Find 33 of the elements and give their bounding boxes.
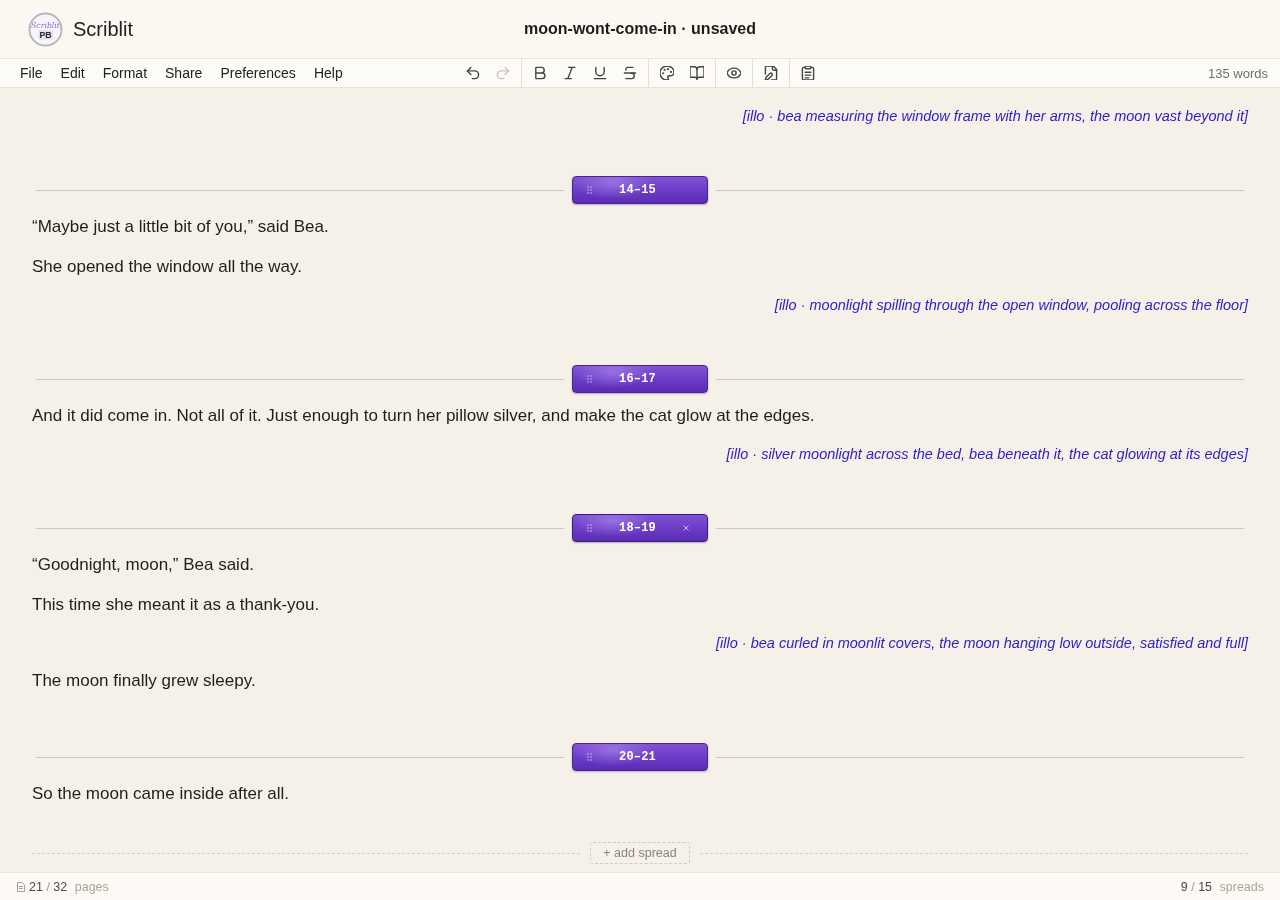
story-paragraph: “Goodnight, moon,” Bea said.: [32, 554, 256, 576]
menu-item[interactable]: Share: [165, 65, 203, 81]
menu-item[interactable]: Format: [102, 65, 148, 81]
grip-icon: [587, 753, 592, 761]
spread-marker[interactable]: 20–21: [572, 743, 708, 771]
story-paragraph: This time she meant it as a thank-you.: [32, 594, 321, 616]
page-count: 21 / 32 pages: [29, 879, 109, 894]
illustration-note: [illo · bea measuring the window frame with her arms, the moon vast beyond it]: [741, 107, 1248, 126]
menu-item[interactable]: Preferences: [220, 65, 296, 81]
close-icon[interactable]: [683, 525, 689, 531]
illustration-note: [illo · moonlight spilling through the open window, pooling across the floor]: [773, 296, 1248, 315]
spread-marker[interactable]: 16–17: [572, 365, 708, 393]
menu-item[interactable]: Edit: [60, 65, 85, 81]
story-paragraph: So the moon came inside after all.: [32, 783, 291, 805]
menu-item[interactable]: File: [20, 65, 43, 81]
story-paragraph: She opened the window all the way.: [32, 256, 303, 278]
illustration-note: [illo · silver moonlight across the bed, bea beneath it, the cat glowing at its edges]: [725, 445, 1248, 464]
word-count: 135 words: [1208, 65, 1268, 81]
grip-icon: [587, 524, 592, 532]
grip-icon: [587, 375, 592, 383]
spread-count: 9 / 15 spreads: [1180, 879, 1264, 894]
app-logo: Scriblit PB: [28, 11, 63, 47]
spread-marker[interactable]: 14–15: [572, 176, 708, 204]
story-paragraph: The moon finally grew sleepy.: [32, 670, 257, 692]
document-title: moon-wont-come-in · unsaved: [524, 20, 756, 38]
document-icon: [17, 881, 25, 892]
story-paragraph: “Maybe just a little bit of you,” said Bea.: [32, 216, 330, 238]
illustration-note: [illo · bea curled in moonlit covers, the moon hanging low outside, satisfied and full]: [714, 634, 1248, 653]
grip-icon: [587, 186, 592, 194]
spread-marker[interactable]: 18–19: [572, 514, 708, 542]
menu-item[interactable]: Help: [313, 65, 343, 81]
story-paragraph: And it did come in. Not all of it. Just enough to turn her pillow silver, and make the cat glow at the edges.: [32, 405, 816, 427]
app-name: Scriblit: [73, 17, 133, 41]
